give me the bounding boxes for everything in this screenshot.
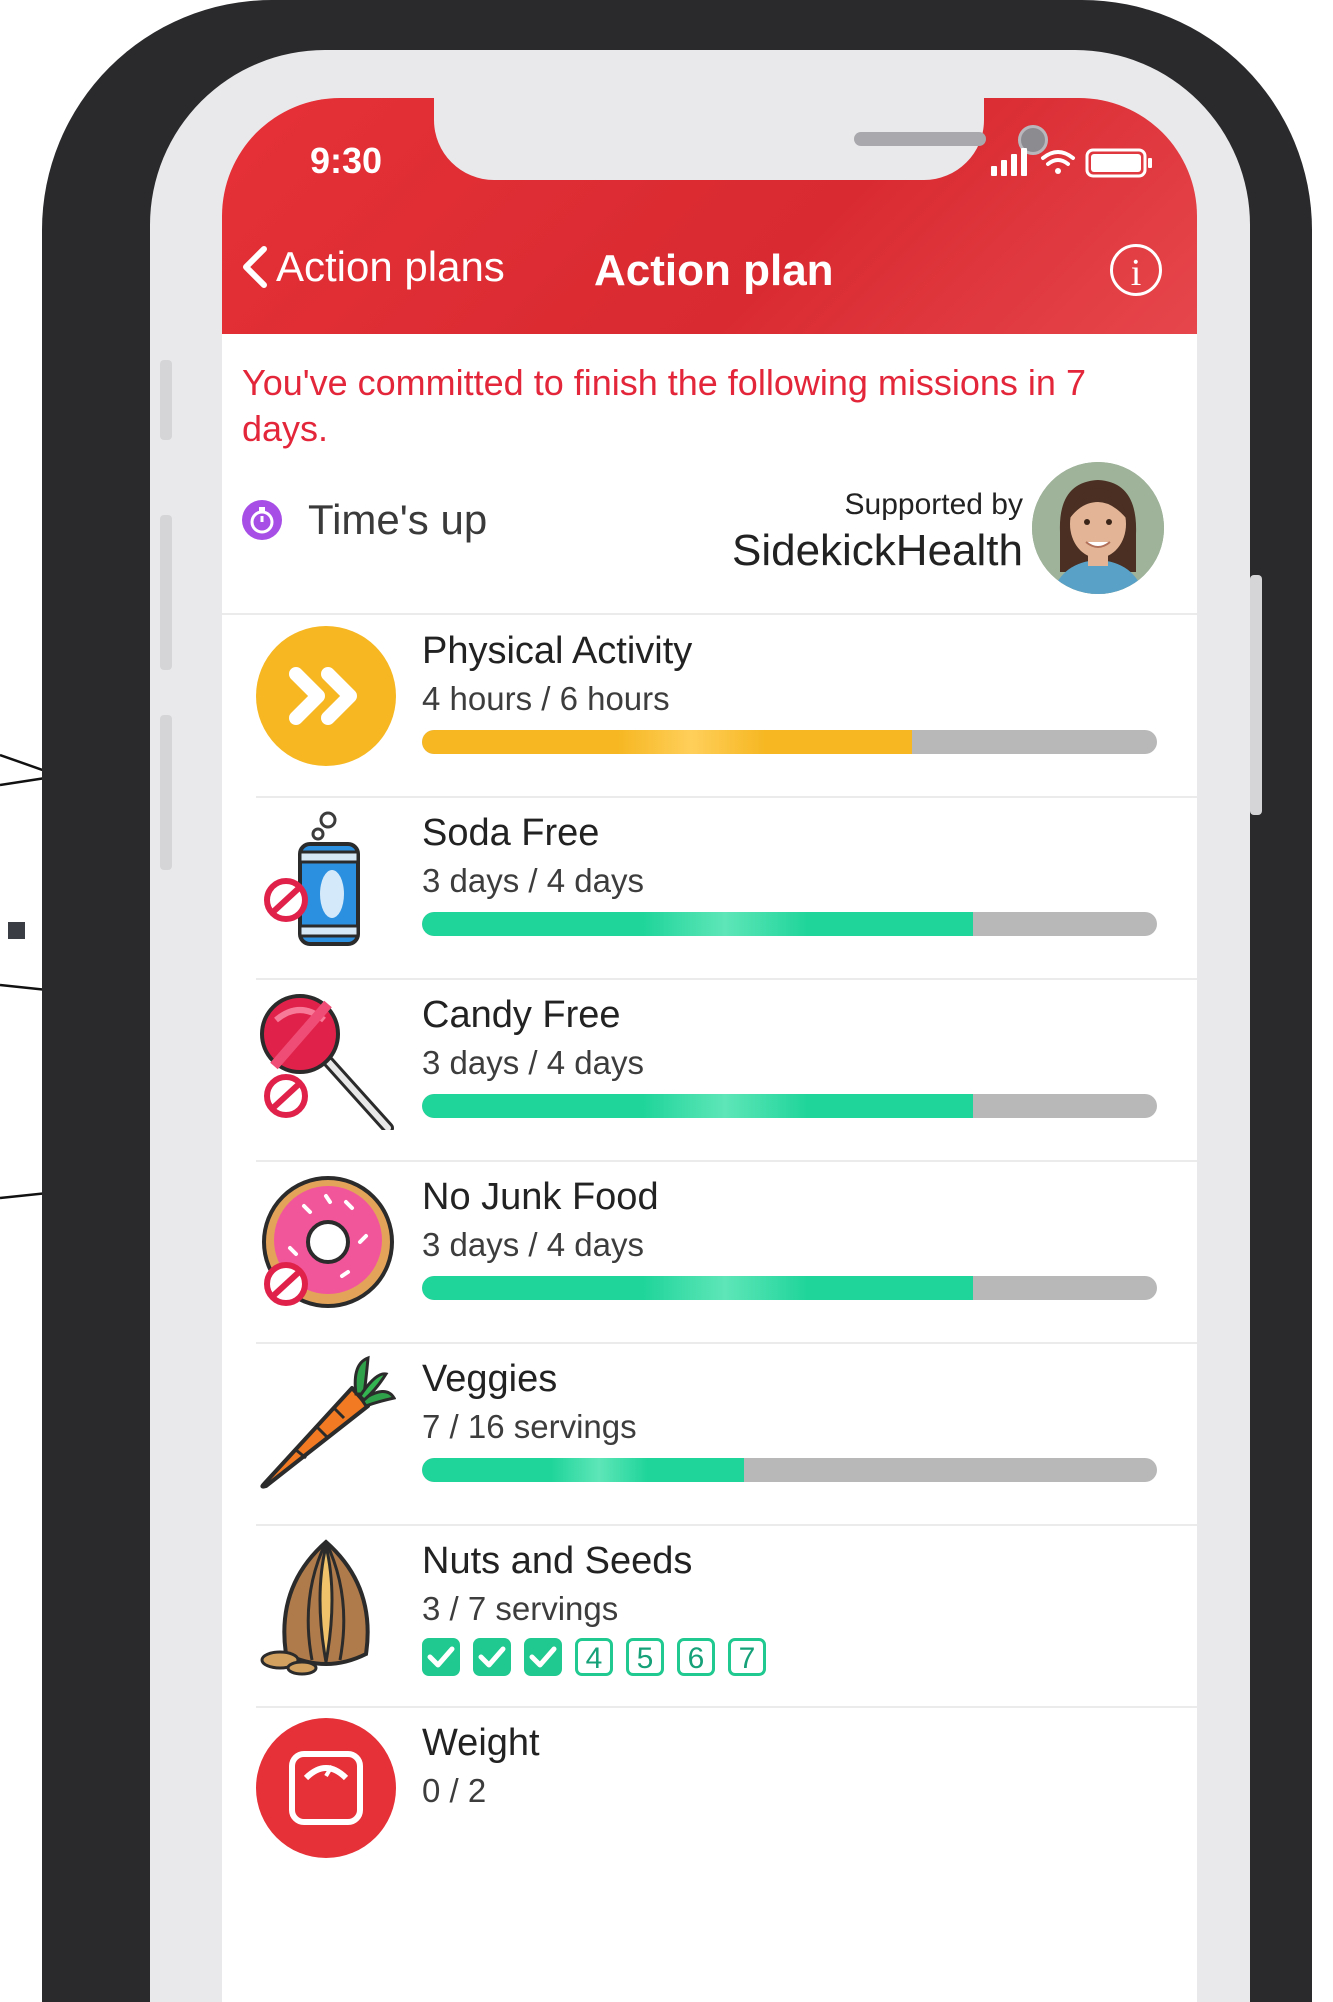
lollipop-icon <box>260 994 394 1130</box>
mission-nuts-and-seeds[interactable]: Nuts and Seeds 3 / 7 servings 4 5 6 7 <box>222 1528 1197 1708</box>
serving-check-4[interactable]: 4 <box>575 1638 613 1676</box>
info-button[interactable]: i <box>1110 244 1162 296</box>
back-button-label: Action plans <box>276 243 505 290</box>
supported-by: Supported by SidekickHealth <box>732 488 1023 576</box>
brand-name: SidekickHealth <box>731 526 1023 575</box>
donut-icon <box>262 1176 394 1308</box>
progress-bar <box>422 1094 1157 1118</box>
mission-weight[interactable]: Weight 0 / 2 <box>222 1710 1197 1890</box>
battery-icon <box>1085 148 1152 178</box>
soda-can-icon <box>264 811 360 946</box>
chevron-left-icon <box>243 246 267 288</box>
mission-progress-text: 0 / 2 <box>422 1772 487 1809</box>
app-header: 9:30 Action plans Action plan i <box>222 98 1197 334</box>
phone-power-button <box>1250 575 1262 815</box>
checkmark-icon <box>427 1646 455 1668</box>
row-divider <box>256 1342 1197 1344</box>
progress-fill <box>422 1094 974 1118</box>
checkmark-icon <box>478 1646 506 1668</box>
serving-check-3[interactable] <box>524 1638 562 1676</box>
phone-volume-down <box>160 715 172 870</box>
row-divider <box>256 1160 1197 1162</box>
page-title: Action plan <box>594 246 834 295</box>
mission-progress-text: 3 days / 4 days <box>422 862 644 899</box>
supported-by-prefix: Supported by <box>844 488 1023 521</box>
serving-check-2[interactable] <box>473 1638 511 1676</box>
timer-label: Time's up <box>308 496 488 543</box>
mission-veggies[interactable]: Veggies 7 / 16 servings <box>222 1346 1197 1526</box>
scale-icon <box>256 1718 396 1858</box>
progress-fill <box>422 730 913 754</box>
row-divider <box>256 978 1197 980</box>
avatar-image <box>1032 462 1164 594</box>
mission-title: No Junk Food <box>422 1176 659 1218</box>
mission-progress-text: 4 hours / 6 hours <box>422 680 670 717</box>
mission-no-junk-food[interactable]: No Junk Food 3 days / 4 days <box>222 1164 1197 1344</box>
status-time: 9:30 <box>310 140 383 181</box>
progress-fill <box>422 1276 974 1300</box>
progress-bar <box>422 1458 1157 1482</box>
status-icons <box>991 148 1152 178</box>
row-divider <box>256 1706 1197 1708</box>
back-button[interactable]: Action plans <box>240 243 505 291</box>
fast-forward-icon <box>256 626 396 766</box>
commitment-message: You've committed to finish the following… <box>242 362 1086 449</box>
serving-check-6[interactable]: 6 <box>677 1638 715 1676</box>
seeds-icon <box>260 1539 370 1676</box>
mission-title: Physical Activity <box>422 630 693 672</box>
mission-progress-text: 7 / 16 servings <box>422 1408 637 1445</box>
progress-bar <box>422 912 1157 936</box>
wifi-icon <box>1041 150 1075 174</box>
phone-volume-up <box>160 515 172 670</box>
carrot-icon <box>260 1355 396 1489</box>
mission-progress-text: 3 days / 4 days <box>422 1226 644 1263</box>
progress-bar <box>422 1276 1157 1300</box>
serving-check-1[interactable] <box>422 1638 460 1676</box>
mission-physical-activity[interactable]: Physical Activity 4 hours / 6 hours <box>222 618 1197 798</box>
phone-notch <box>434 98 1048 180</box>
mission-title: Weight <box>422 1722 540 1764</box>
mission-title: Nuts and Seeds <box>422 1540 693 1582</box>
checkmark-icon <box>529 1646 557 1668</box>
serving-check-5[interactable]: 5 <box>626 1638 664 1676</box>
mission-progress-text: 3 days / 4 days <box>422 1044 644 1081</box>
row-divider <box>256 1524 1197 1526</box>
timer-status: Time's up <box>242 496 487 544</box>
speaker-grille <box>854 132 986 146</box>
cellular-signal-icon <box>991 148 1027 176</box>
serving-check-7[interactable]: 7 <box>728 1638 766 1676</box>
mission-soda-free[interactable]: Soda Free 3 days / 4 days <box>222 800 1197 980</box>
coach-avatar[interactable] <box>1032 462 1164 594</box>
progress-bar <box>422 730 1157 754</box>
app-screen: 9:30 Action plans Action plan i You've c… <box>222 98 1197 2002</box>
row-divider <box>256 796 1197 798</box>
mission-title: Soda Free <box>422 812 600 854</box>
info-icon: i <box>1130 252 1142 294</box>
progress-fill <box>422 1458 744 1482</box>
section-divider <box>222 613 1197 615</box>
mission-title: Veggies <box>422 1358 558 1400</box>
mission-title: Candy Free <box>422 994 621 1036</box>
mission-progress-text: 3 / 7 servings <box>422 1590 619 1627</box>
servings-tracker: 4 5 6 7 <box>422 1638 766 1676</box>
mission-candy-free[interactable]: Candy Free 3 days / 4 days <box>222 982 1197 1162</box>
stopwatch-icon <box>242 500 282 540</box>
progress-fill <box>422 912 974 936</box>
phone-side-button <box>160 360 172 440</box>
